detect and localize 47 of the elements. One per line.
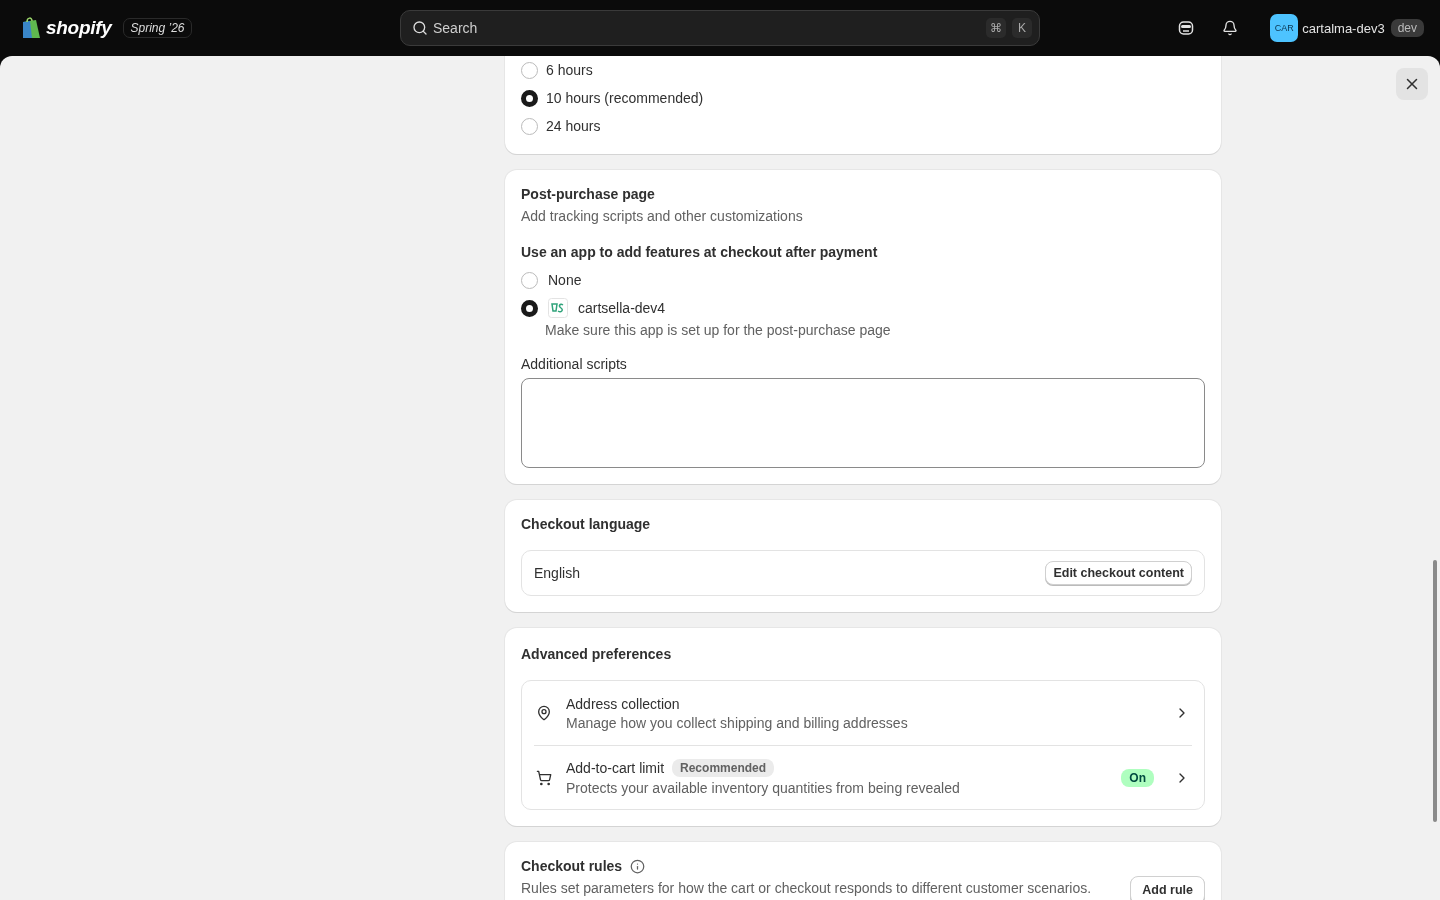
card-title: Post-purchase page	[521, 186, 656, 202]
scripts-input[interactable]	[521, 378, 1205, 468]
preference-title: Address collection	[566, 695, 680, 712]
brand-name: shopify	[46, 17, 112, 39]
radio-label: None	[548, 272, 582, 288]
card-subtitle: Rules set parameters for how the cart or checkout responds to different customer scenarios.	[521, 880, 1092, 896]
card-title: Checkout language	[521, 516, 652, 532]
scrollbar[interactable]	[1433, 560, 1437, 822]
radio-button[interactable]	[521, 299, 538, 317]
status-badge: On	[1121, 768, 1154, 787]
radio-button[interactable]	[521, 271, 538, 289]
location-pin-icon	[536, 705, 552, 721]
radio-button[interactable]	[521, 89, 538, 107]
field-label: Additional scripts	[521, 356, 628, 372]
bell-icon	[1222, 20, 1239, 36]
field-label: Use an app to add features at checkout after payment	[521, 244, 879, 260]
radio-label: cartsella-dev4	[578, 300, 666, 316]
shortcut-key: K	[1012, 18, 1032, 38]
store-avatar[interactable]: CAR	[1270, 14, 1299, 42]
preference-description: Protects your available inventory quantities from being revealed	[566, 780, 961, 796]
card-title: Checkout rules	[521, 858, 623, 874]
search-icon	[412, 20, 428, 36]
radio-label: 24 hours	[546, 118, 601, 134]
radio-button[interactable]	[521, 61, 538, 79]
preference-description: Manage how you collect shipping and billing addresses	[566, 714, 909, 731]
info-icon[interactable]	[630, 858, 646, 874]
language-value: English	[534, 565, 580, 581]
cart-icon	[536, 769, 552, 786]
card-title: Advanced preferences	[521, 646, 673, 662]
help-text: Make sure this app is set up for the post-purchase page	[545, 322, 892, 338]
app-logo-icon	[548, 298, 568, 318]
card-subtitle: Add tracking scripts and other customizations	[521, 208, 804, 224]
shopify-bag-icon	[20, 16, 42, 40]
preference-row[interactable]: Add-to-cart limit Recommended Protects your available inventory quantities from being revealed On	[534, 745, 1192, 809]
radio-label: 10 hours (recommended)	[546, 90, 704, 106]
edit-content-button[interactable]: Edit checkout content	[1045, 561, 1192, 585]
radio-label: 6 hours	[546, 62, 593, 78]
store-name[interactable]: cartalma-dev3	[1302, 20, 1385, 36]
edition-badge: Spring ’26	[123, 18, 192, 38]
radio-button[interactable]	[521, 117, 538, 135]
preference-row[interactable]: Address collection Manage how you collect shipping and billing addresses	[534, 681, 1192, 745]
add-rule-button[interactable]: Add rule	[1130, 876, 1205, 900]
close-button[interactable]	[1396, 68, 1428, 100]
preference-title: Add-to-cart limit	[566, 760, 665, 776]
recommended-badge: Recommended	[672, 759, 775, 777]
dev-badge: dev	[1390, 19, 1424, 37]
shortcut-key: ⌘	[986, 18, 1006, 38]
